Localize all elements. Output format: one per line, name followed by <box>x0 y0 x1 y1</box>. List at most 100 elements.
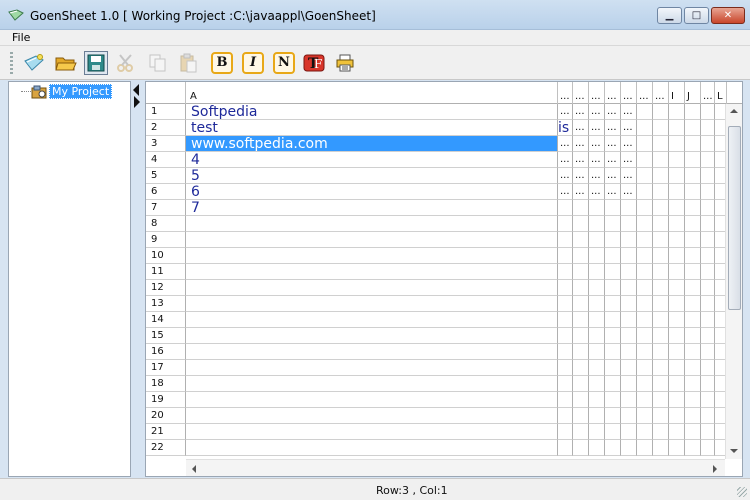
cell-a[interactable] <box>186 376 558 392</box>
font-button[interactable]: T F <box>302 51 326 75</box>
grid-cell[interactable] <box>589 296 605 312</box>
cell-a[interactable] <box>186 312 558 328</box>
grid-cell[interactable] <box>653 328 669 344</box>
grid-cell[interactable] <box>701 280 715 296</box>
row-number[interactable]: 4 <box>146 152 186 168</box>
grid-cell[interactable] <box>701 232 715 248</box>
grid-cell[interactable] <box>669 376 685 392</box>
grid-cell[interactable]: ... <box>621 120 637 136</box>
grid-cell[interactable] <box>669 408 685 424</box>
grid-cell[interactable] <box>637 232 653 248</box>
grid-cell[interactable] <box>589 328 605 344</box>
grid-cell[interactable]: ... <box>558 152 573 168</box>
column-header[interactable]: ... <box>653 82 669 104</box>
grid-cell[interactable]: ... <box>589 136 605 152</box>
column-header[interactable]: ... <box>637 82 653 104</box>
grid-cell[interactable] <box>573 440 589 456</box>
grid-cell[interactable] <box>573 408 589 424</box>
grid-cell[interactable] <box>621 232 637 248</box>
grid-cell[interactable]: is <box>558 120 573 136</box>
grid-cell[interactable] <box>589 392 605 408</box>
grid-cell[interactable] <box>589 280 605 296</box>
grid-cell[interactable] <box>701 248 715 264</box>
cell-a[interactable] <box>186 408 558 424</box>
grid-cell[interactable] <box>701 312 715 328</box>
grid-cell[interactable] <box>621 344 637 360</box>
grid-cell[interactable] <box>573 344 589 360</box>
row-number[interactable]: 19 <box>146 392 186 408</box>
cell-a[interactable]: 5 <box>186 168 558 184</box>
grid-cell[interactable] <box>589 200 605 216</box>
grid-cell[interactable] <box>653 232 669 248</box>
paste-button[interactable] <box>176 51 200 75</box>
grid-cell[interactable] <box>685 440 701 456</box>
row-number[interactable]: 5 <box>146 168 186 184</box>
grid-cell[interactable] <box>589 440 605 456</box>
grid-cell[interactable] <box>573 248 589 264</box>
italic-button[interactable]: I <box>241 51 265 75</box>
grid-cell[interactable] <box>653 184 669 200</box>
grid-cell[interactable] <box>621 440 637 456</box>
column-header[interactable]: ... <box>605 82 621 104</box>
cell-a[interactable]: www.softpedia.com <box>186 136 558 152</box>
row-number[interactable]: 9 <box>146 232 186 248</box>
grid-cell[interactable] <box>685 152 701 168</box>
grid-cell[interactable] <box>653 360 669 376</box>
grid-cell[interactable] <box>669 216 685 232</box>
grid-cell[interactable] <box>685 312 701 328</box>
grid-cell[interactable] <box>653 136 669 152</box>
grid-cell[interactable] <box>685 344 701 360</box>
grid-cell[interactable] <box>637 280 653 296</box>
cell-a[interactable]: 6 <box>186 184 558 200</box>
row-number[interactable]: 1 <box>146 104 186 120</box>
grid-cell[interactable] <box>701 200 715 216</box>
grid-cell[interactable] <box>685 232 701 248</box>
grid-cell[interactable]: ... <box>605 152 621 168</box>
grid-cell[interactable] <box>605 312 621 328</box>
grid-cell[interactable] <box>637 328 653 344</box>
grid-cell[interactable] <box>685 136 701 152</box>
grid-cell[interactable] <box>669 120 685 136</box>
grid-cell[interactable] <box>637 216 653 232</box>
grid-cell[interactable] <box>669 296 685 312</box>
row-number[interactable]: 8 <box>146 216 186 232</box>
grid-cell[interactable] <box>558 248 573 264</box>
scroll-down-icon[interactable] <box>730 449 738 453</box>
grid-cell[interactable]: ... <box>605 120 621 136</box>
grid-cell[interactable] <box>621 328 637 344</box>
grid-cell[interactable]: ... <box>573 152 589 168</box>
grid-cell[interactable] <box>558 328 573 344</box>
grid-cell[interactable] <box>701 120 715 136</box>
grid-cell[interactable] <box>637 104 653 120</box>
grid-cell[interactable]: ... <box>621 104 637 120</box>
cell-a[interactable] <box>186 232 558 248</box>
row-number[interactable]: 20 <box>146 408 186 424</box>
cell-a[interactable] <box>186 280 558 296</box>
grid-cell[interactable] <box>558 264 573 280</box>
grid-cell[interactable] <box>685 200 701 216</box>
grid-cell[interactable] <box>653 424 669 440</box>
row-number[interactable]: 7 <box>146 200 186 216</box>
print-button[interactable] <box>333 51 357 75</box>
grid-cell[interactable] <box>605 424 621 440</box>
grid-cell[interactable] <box>605 360 621 376</box>
grid-cell[interactable] <box>605 248 621 264</box>
collapse-left-arrow[interactable] <box>133 84 139 96</box>
cell-a[interactable]: 7 <box>186 200 558 216</box>
grid-cell[interactable] <box>589 344 605 360</box>
column-header[interactable]: ... <box>621 82 637 104</box>
grid-cell[interactable] <box>685 392 701 408</box>
grid-cell[interactable] <box>653 104 669 120</box>
grid-cell[interactable]: ... <box>589 168 605 184</box>
row-number[interactable]: 14 <box>146 312 186 328</box>
grid-cell[interactable] <box>685 216 701 232</box>
grid-cell[interactable]: ... <box>605 136 621 152</box>
cell-a[interactable] <box>186 328 558 344</box>
grid-cell[interactable] <box>637 296 653 312</box>
grid-cell[interactable] <box>685 264 701 280</box>
grid-cell[interactable] <box>701 328 715 344</box>
row-number[interactable]: 11 <box>146 264 186 280</box>
bold-button[interactable]: B <box>210 51 234 75</box>
scroll-right-icon[interactable] <box>713 465 717 473</box>
grid-cell[interactable] <box>701 344 715 360</box>
